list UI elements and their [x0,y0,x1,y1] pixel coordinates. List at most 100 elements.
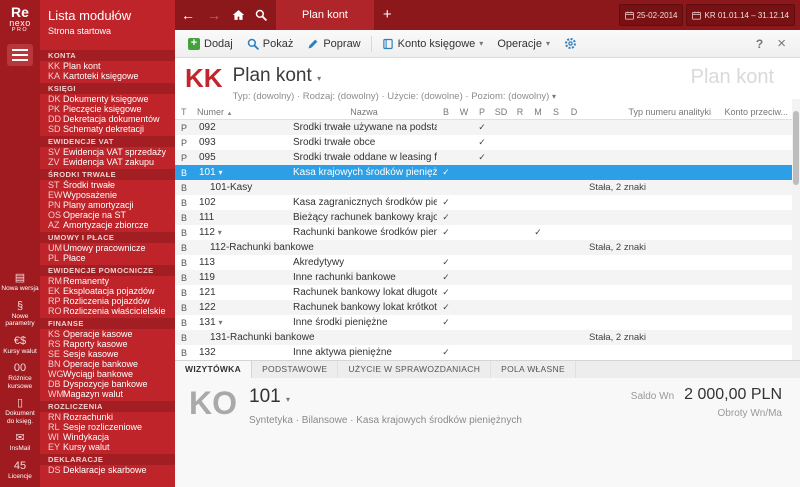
details-tab[interactable]: PODSTAWOWE [252,361,338,378]
column-header[interactable]: T [175,107,195,117]
sidebar-item-st[interactable]: STŚrodki trwałe [40,180,175,190]
table-row[interactable]: B122Rachunek bankowy lokat krótkoterm...… [175,300,800,315]
rail-item[interactable]: €$Kursy walut [0,335,40,355]
edit-button[interactable]: Popraw [300,35,367,53]
sidebar-item-wg[interactable]: WGWyciągi bankowe [40,369,175,379]
table-row[interactable]: B131 ▾Inne środki pieniężne✓ [175,315,800,330]
settings-button[interactable] [557,34,584,53]
column-header[interactable]: M [529,107,547,117]
sidebar-item-az[interactable]: AZAmortyzacje zbiorcze [40,220,175,230]
expand-icon[interactable]: ▾ [218,318,222,327]
close-icon[interactable]: × [777,36,786,51]
column-header[interactable]: R [511,107,529,117]
page-title[interactable]: Plan kont ▾ [233,65,556,89]
table-row[interactable]: B131-Rachunki bankoweStała, 2 znaki [175,330,800,345]
search-icon[interactable] [250,9,272,21]
sidebar-section-header: KSIĘGI [40,83,175,94]
current-date-box[interactable]: 25-02-2014 [619,4,684,26]
sidebar-item-ks[interactable]: KSOperacje kasowe [40,329,175,339]
column-header[interactable]: W [455,107,473,117]
column-header[interactable]: SD [491,107,511,117]
rail-item[interactable]: 45Licencje [0,460,40,480]
account-number[interactable]: 101 ▾ [249,386,522,411]
table-row[interactable]: P092Środki trwałe używane na podstawie..… [175,120,800,135]
table-row[interactable]: B121Rachunek bankowy lokat długotermi...… [175,285,800,300]
sidebar-item-um[interactable]: UMUmowy pracownicze [40,243,175,253]
account-menu-button[interactable]: Konto księgowe ▾ [375,35,491,53]
accounting-period-box[interactable]: KR 01.01.14 – 31.12.14 [686,4,795,26]
column-header[interactable]: Numer ▲ [195,107,291,117]
sidebar-item-rs[interactable]: RSRaporty kasowe [40,339,175,349]
table-row[interactable]: B101 ▾Kasa krajowych środków pieniężnych… [175,165,800,180]
sidebar-item-ey[interactable]: EYKursy walut [40,442,175,452]
sidebar-item-sd[interactable]: SDSchematy dekretacji [40,124,175,134]
column-header[interactable]: B [437,107,455,117]
table-row[interactable]: B101-KasyStała, 2 znaki [175,180,800,195]
sidebar-item-home[interactable]: Strona startowa [40,24,175,36]
sidebar-item-sv[interactable]: SVEwidencja VAT sprzedaży [40,147,175,157]
sidebar-item-se[interactable]: SESesje kasowe [40,349,175,359]
column-header[interactable]: D [565,107,583,117]
scrollbar-thumb[interactable] [793,111,799,185]
table-row[interactable]: B132Inne aktywa pieniężne✓ [175,345,800,360]
menu-icon[interactable] [7,44,33,66]
sidebar-item-pl[interactable]: PLPłace [40,253,175,263]
rail-item[interactable]: §Nowe parametry [0,300,40,328]
module-code: KK [185,65,223,91]
show-button[interactable]: Pokaż [240,35,301,53]
sidebar-item-dd[interactable]: DDDekretacja dokumentów [40,114,175,124]
add-button[interactable]: + Dodaj [181,35,240,53]
sidebar-item-rm[interactable]: RMRemanenty [40,276,175,286]
table-row[interactable]: B111Bieżący rachunek bankowy krajowyc...… [175,210,800,225]
table-row[interactable]: P095Środki trwałe oddane w leasing finan… [175,150,800,165]
details-tab[interactable]: WIZYTÓWKA [175,361,252,378]
operations-menu-button[interactable]: Operacje ▾ [490,35,557,53]
details-tab[interactable]: POLA WŁASNE [491,361,576,378]
rail-item[interactable]: ▯Dokument do księg. [0,397,40,425]
table-row[interactable]: B119Inne rachunki bankowe✓ [175,270,800,285]
book-icon: ▤ [0,272,40,285]
column-header[interactable]: P [473,107,491,117]
sidebar-item-rp[interactable]: RPRozliczenia pojazdów [40,296,175,306]
sidebar-item-wm[interactable]: WMMagazyn walut [40,389,175,399]
sidebar-item-ek[interactable]: EKEksploatacja pojazdów [40,286,175,296]
sidebar-item-kk[interactable]: KKPlan kont [40,61,175,71]
column-header[interactable]: S [547,107,565,117]
column-header[interactable]: Konto przeciw... [713,107,800,117]
rail-item[interactable]: ✉InsMail [0,432,40,452]
sidebar-item-db[interactable]: DBDyspozycje bankowe [40,379,175,389]
sidebar-item-os[interactable]: OSOperacje na ST [40,210,175,220]
details-tab[interactable]: UŻYCIE W SPRAWOZDANIACH [338,361,491,378]
sidebar-item-wi[interactable]: WIWindykacja [40,432,175,442]
rail-item[interactable]: ▤Nowa wersja [0,272,40,292]
table-row[interactable]: P093Środki trwałe obce✓ [175,135,800,150]
sidebar-item-zv[interactable]: ZVEwidencja VAT zakupu [40,157,175,167]
sidebar-item-bn[interactable]: BNOperacje bankowe [40,359,175,369]
sidebar-item-dk[interactable]: DKDokumenty księgowe [40,94,175,104]
tab-plan-kont[interactable]: Plan kont [276,0,374,30]
sidebar-item-ro[interactable]: RORozliczenia właścicielskie [40,306,175,316]
sidebar-item-rl[interactable]: RLSesje rozliczeniowe [40,422,175,432]
sidebar-item-rn[interactable]: RNRozrachunki [40,412,175,422]
sidebar-item-code: EY [48,442,63,452]
sidebar-item-pk[interactable]: PKPieczęcie księgowe [40,104,175,114]
table-row[interactable]: B113Akredytywy✓ [175,255,800,270]
sidebar-item-pn[interactable]: PNPlany amortyzacji [40,200,175,210]
new-tab-button[interactable]: + [374,0,401,30]
table-row[interactable]: B102Kasa zagranicznych środków pienięż..… [175,195,800,210]
column-header[interactable]: Nazwa [291,107,437,117]
table-row[interactable]: B112-Rachunki bankoweStała, 2 znaki [175,240,800,255]
sidebar-item-ka[interactable]: KAKartoteki księgowe [40,71,175,81]
home-icon[interactable] [227,9,250,21]
help-button[interactable]: ? [756,37,763,51]
sidebar-item-ew[interactable]: EWWyposażenie [40,190,175,200]
column-header[interactable]: Typ numeru analityki [583,107,713,117]
expand-icon[interactable]: ▾ [218,228,222,237]
back-button[interactable]: ← [175,0,201,30]
vertical-scrollbar[interactable] [792,99,800,360]
forward-button[interactable]: → [201,0,227,30]
sidebar-item-ds[interactable]: DSDeklaracje skarbowe [40,465,175,475]
expand-icon[interactable]: ▾ [218,168,222,177]
table-row[interactable]: B112 ▾Rachunki bankowe środków pieniężn.… [175,225,800,240]
rail-item[interactable]: 00Różnice kursowe [0,362,40,390]
